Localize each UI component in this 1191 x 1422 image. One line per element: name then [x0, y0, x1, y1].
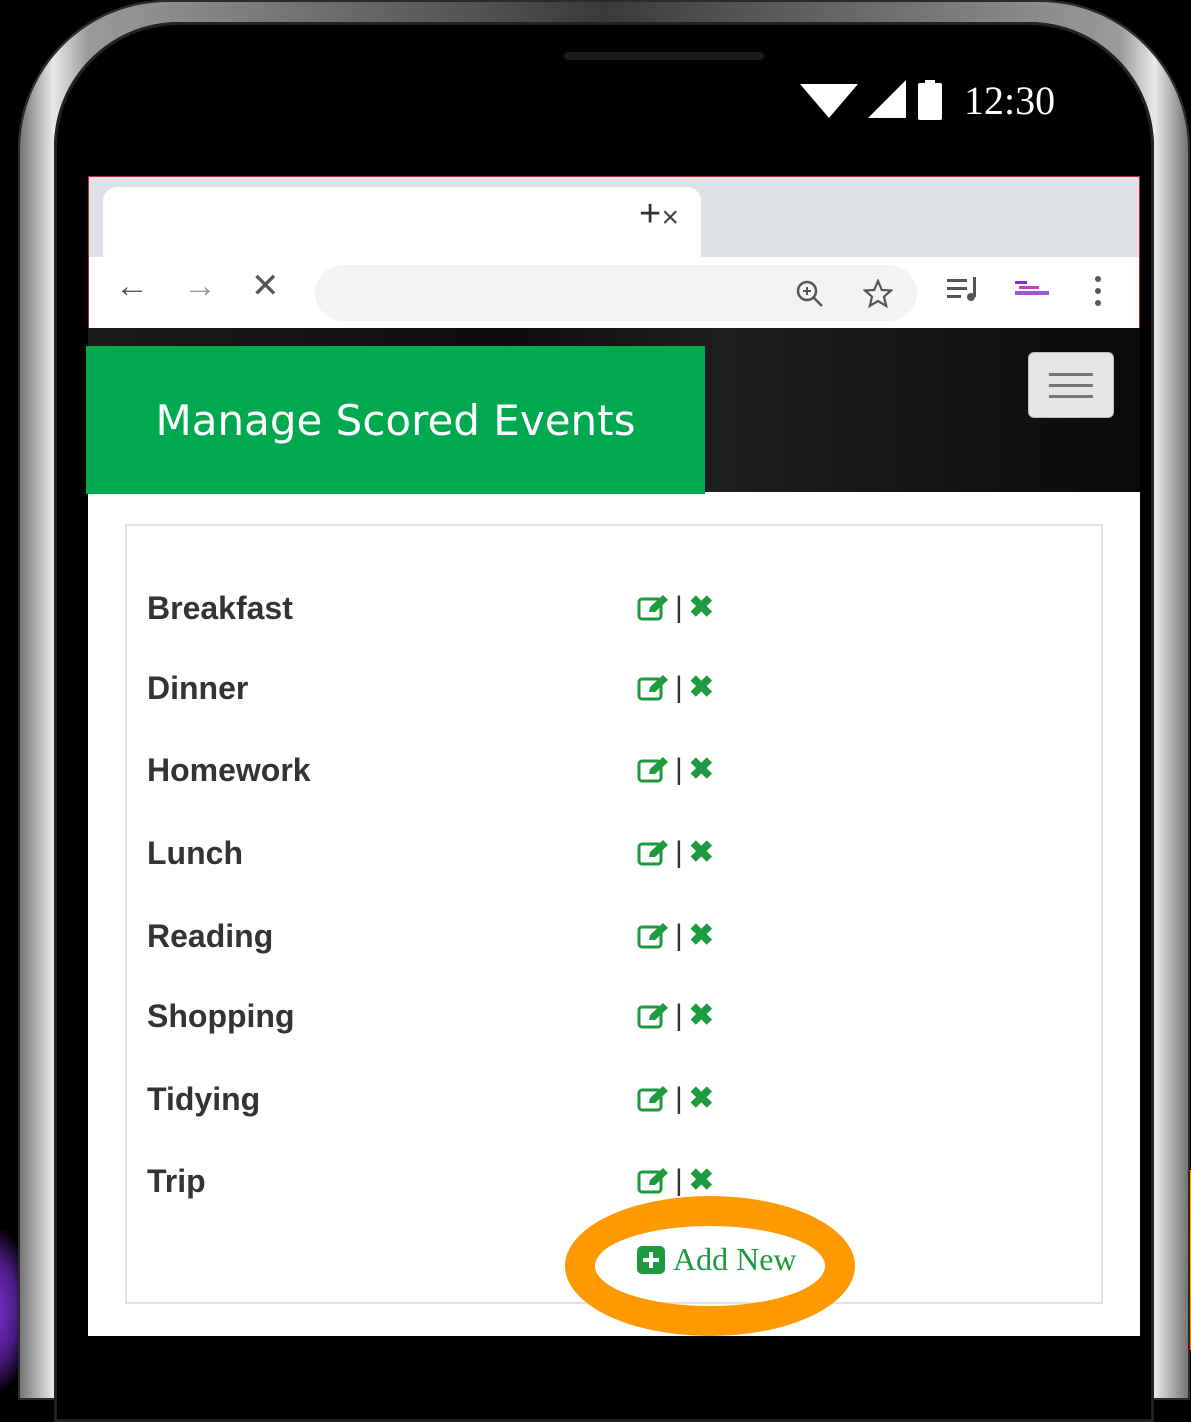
- event-actions: | ✖: [637, 1164, 714, 1198]
- back-icon[interactable]: ←: [115, 269, 149, 303]
- forward-icon[interactable]: →: [183, 269, 217, 303]
- events-list: Breakfast | ✖ Dinner | ✖ Homework | ✖ Lunch | ✖ Read…: [125, 524, 1103, 1304]
- action-separator: |: [675, 1164, 683, 1197]
- event-actions: | ✖: [637, 1082, 714, 1116]
- page-title: Manage Scored Events: [155, 395, 636, 445]
- list-item: Tidying | ✖: [127, 1074, 1101, 1124]
- edit-icon[interactable]: [637, 756, 669, 784]
- event-actions: | ✖: [637, 999, 714, 1033]
- event-name: Breakfast: [147, 590, 293, 626]
- web-page: Manage Scored Events Breakfast | ✖ Dinner | ✖…: [86, 328, 1140, 1336]
- delete-icon[interactable]: ✖: [689, 1084, 714, 1114]
- action-separator: |: [675, 836, 683, 869]
- delete-icon[interactable]: ✖: [689, 755, 714, 785]
- zoom-icon[interactable]: [795, 279, 825, 309]
- signal-icon: [868, 80, 906, 118]
- hamburger-icon: [1049, 373, 1093, 376]
- tab-close-icon[interactable]: ×: [661, 201, 679, 235]
- event-name: Shopping: [147, 998, 295, 1034]
- hamburger-line: [1049, 395, 1093, 398]
- list-item: Breakfast | ✖: [127, 583, 1101, 633]
- browser-tab[interactable]: ×: [103, 187, 701, 257]
- action-separator: |: [675, 671, 683, 704]
- event-actions: | ✖: [637, 591, 714, 625]
- wifi-icon: [800, 84, 858, 118]
- event-name: Lunch: [147, 835, 243, 871]
- stop-icon[interactable]: ✕: [251, 269, 280, 303]
- action-separator: |: [675, 919, 683, 952]
- star-icon[interactable]: [863, 279, 893, 309]
- list-item: Reading | ✖: [127, 911, 1101, 961]
- battery-icon: [918, 80, 942, 120]
- event-name: Homework: [147, 752, 311, 788]
- list-item: Shopping | ✖: [127, 991, 1101, 1041]
- edit-icon[interactable]: [637, 1167, 669, 1195]
- page-header: Manage Scored Events: [86, 328, 1140, 494]
- add-new-highlight-circle: [565, 1196, 855, 1336]
- event-name: Dinner: [147, 670, 249, 706]
- delete-icon[interactable]: ✖: [689, 1166, 714, 1196]
- action-separator: |: [675, 1082, 683, 1115]
- edit-icon[interactable]: [637, 1002, 669, 1030]
- event-actions: | ✖: [637, 919, 714, 953]
- delete-icon[interactable]: ✖: [689, 838, 714, 868]
- delete-icon[interactable]: ✖: [689, 921, 714, 951]
- phone-speaker: [564, 52, 764, 60]
- delete-icon[interactable]: ✖: [689, 673, 714, 703]
- list-item: Lunch | ✖: [127, 828, 1101, 878]
- edit-icon[interactable]: [637, 922, 669, 950]
- event-name: Tidying: [147, 1081, 261, 1117]
- edit-icon[interactable]: [637, 674, 669, 702]
- extension-icon[interactable]: [1013, 279, 1053, 299]
- event-actions: | ✖: [637, 753, 714, 787]
- event-name: Reading: [147, 918, 274, 954]
- page-title-block: Manage Scored Events: [86, 346, 705, 494]
- address-bar[interactable]: [315, 265, 917, 321]
- hamburger-line: [1049, 384, 1093, 387]
- edit-icon[interactable]: [637, 1085, 669, 1113]
- event-actions: | ✖: [637, 671, 714, 705]
- edit-icon[interactable]: [637, 839, 669, 867]
- edit-icon[interactable]: [637, 594, 669, 622]
- status-time: 12:30: [964, 77, 1056, 123]
- list-item: Homework | ✖: [127, 745, 1101, 795]
- new-tab-button[interactable]: +: [639, 195, 661, 233]
- action-separator: |: [675, 999, 683, 1032]
- event-actions: | ✖: [637, 836, 714, 870]
- list-item: Trip | ✖: [127, 1156, 1101, 1206]
- browser-chrome: × + ← → ✕: [88, 176, 1140, 329]
- delete-icon[interactable]: ✖: [689, 1001, 714, 1031]
- status-bar: 12:30: [800, 77, 1056, 123]
- action-separator: |: [675, 591, 683, 624]
- browser-toolbar: ← → ✕: [89, 257, 1139, 329]
- more-icon[interactable]: [1093, 275, 1103, 307]
- event-name: Trip: [147, 1163, 206, 1199]
- action-separator: |: [675, 753, 683, 786]
- hamburger-menu-button[interactable]: [1028, 352, 1114, 418]
- delete-icon[interactable]: ✖: [689, 593, 714, 623]
- playlist-icon[interactable]: [947, 275, 981, 305]
- list-item: Dinner | ✖: [127, 663, 1101, 713]
